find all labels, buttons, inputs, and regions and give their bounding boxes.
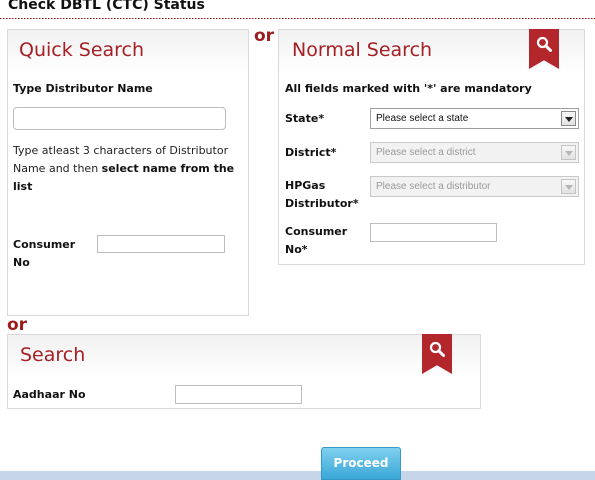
distributor-name-input[interactable] [13, 107, 226, 130]
district-select[interactable]: Please select a district [370, 142, 579, 163]
normal-search-title: Normal Search [292, 39, 433, 61]
proceed-button[interactable]: Proceed [321, 447, 401, 480]
hpgas-distributor-label-line2: Distributor* [285, 197, 359, 210]
chevron-down-icon[interactable] [561, 145, 576, 160]
aadhaar-no-input[interactable] [175, 385, 302, 404]
mandatory-note: All fields marked with '*' are mandatory [285, 82, 532, 95]
hpgas-distributor-label: HPGas Distributor* [285, 177, 359, 213]
aadhaar-search-title: Search [20, 344, 86, 366]
normal-search-panel: Normal Search All fields marked with '*'… [278, 29, 585, 265]
page-title: Check DBTL (CTC) Status [8, 0, 205, 13]
state-select[interactable]: Please select a state [370, 108, 579, 129]
chevron-down-icon[interactable] [561, 179, 576, 194]
search-icon [429, 341, 445, 357]
aadhaar-no-label: Aadhaar No [13, 388, 86, 401]
quick-consumer-no-label: Consumer No [13, 236, 75, 272]
state-select-value: Please select a state [376, 113, 469, 124]
chevron-down-icon[interactable] [561, 111, 576, 126]
district-label: District* [285, 146, 337, 159]
footer-bar [0, 471, 595, 480]
quick-consumer-no-input[interactable] [97, 235, 225, 253]
title-divider [0, 18, 595, 19]
normal-consumer-label-line1: Consumer [285, 225, 348, 238]
distributor-select-value: Please select a distributor [376, 181, 491, 192]
hpgas-distributor-select[interactable]: Please select a distributor [370, 176, 579, 197]
hpgas-distributor-label-line1: HPGas [285, 179, 326, 192]
distributor-hint: Type atleast 3 characters of Distributor… [13, 142, 243, 196]
normal-consumer-label-line2: No* [285, 243, 308, 256]
aadhaar-search-panel: Search Aadhaar No [7, 334, 481, 409]
or-separator-middle: or [7, 315, 28, 335]
normal-consumer-no-input[interactable] [370, 223, 497, 242]
normal-consumer-no-label: Consumer No* [285, 223, 347, 259]
state-label: State* [285, 112, 325, 125]
district-select-value: Please select a district [376, 147, 476, 158]
search-icon [536, 36, 552, 52]
quick-consumer-label-line2: No [13, 256, 30, 269]
distributor-name-label: Type Distributor Name [13, 82, 153, 95]
or-separator-top: or [254, 26, 275, 46]
quick-consumer-label-line1: Consumer [13, 238, 76, 251]
quick-search-title: Quick Search [19, 39, 145, 61]
quick-search-panel: Quick Search Type Distributor Name Type … [7, 29, 249, 316]
